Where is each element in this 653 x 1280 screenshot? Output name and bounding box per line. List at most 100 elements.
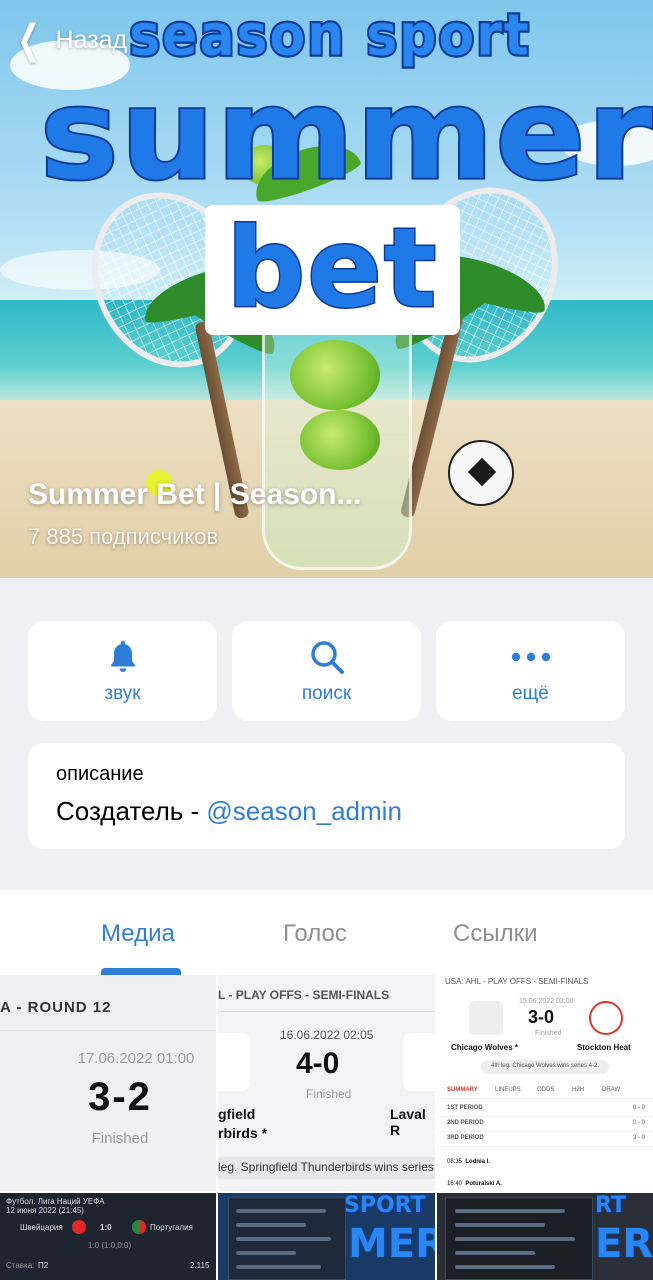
poster-title-bet: bet bbox=[205, 204, 460, 335]
placeholder-line bbox=[236, 1237, 331, 1241]
period-score: 3 - 0 bbox=[632, 1135, 645, 1141]
search-button[interactable]: поиск bbox=[232, 621, 421, 721]
match-tab: SUMMARY bbox=[447, 1087, 478, 1093]
match-score: 3-2 bbox=[88, 1075, 152, 1119]
description-label: описание bbox=[56, 763, 144, 785]
match-date: 15.06.2022 03:00 bbox=[519, 998, 574, 1005]
home-team-line1: gfield bbox=[218, 1106, 256, 1122]
match-date: 12 июня 2022 (21:45) bbox=[6, 1206, 84, 1215]
period-score: 0 - 0 bbox=[632, 1120, 645, 1126]
away-team: Laval R bbox=[390, 1106, 426, 1138]
match-tab: LINEUPS bbox=[495, 1087, 521, 1093]
league-name: Футбол. Лига Наций УЕФА bbox=[6, 1197, 105, 1206]
lime-slice bbox=[290, 340, 380, 410]
poster-fragment: SPORT bbox=[343, 1193, 426, 1219]
team-logo bbox=[589, 1001, 623, 1035]
event-time: 08:35 bbox=[447, 1159, 463, 1165]
event-row: 08:35 Lodnia I. bbox=[447, 1159, 490, 1165]
series-note: leg. Springfield Thunderbirds wins serie… bbox=[218, 1157, 435, 1179]
placeholder-line bbox=[455, 1223, 545, 1227]
media-thumbnail[interactable]: SPORT MER bbox=[218, 1193, 435, 1280]
placeholder-line bbox=[455, 1251, 535, 1255]
search-icon bbox=[309, 637, 345, 677]
period-name: 1ST PERIOD bbox=[447, 1105, 483, 1111]
sound-label: звук bbox=[104, 683, 141, 704]
flag-icon bbox=[72, 1220, 86, 1234]
channel-header-image: season sport summer bet ❮ Назад Summer B… bbox=[0, 0, 653, 578]
match-status: Finished bbox=[91, 1130, 149, 1147]
home-team-line2: rbirds * bbox=[218, 1125, 268, 1141]
bet-label: Ставка: bbox=[6, 1261, 35, 1270]
series-note: 4th leg. Chicago Wolves wins series 4-2. bbox=[481, 1060, 609, 1074]
team-logo bbox=[218, 1033, 250, 1091]
match-score: 4-0 bbox=[296, 1047, 340, 1080]
subscriber-count: 7 885 подписчиков bbox=[28, 524, 219, 549]
match-date: 16.06.2022 02:05 bbox=[280, 1028, 374, 1042]
placeholder-line bbox=[236, 1265, 321, 1269]
more-button[interactable]: ещё bbox=[436, 621, 625, 721]
media-thumbnail[interactable]: Футбол. Лига Наций УЕФА 12 июня 2022 (21:… bbox=[0, 1193, 216, 1280]
period-row: 2ND PERIOD 0 - 0 bbox=[437, 1120, 653, 1132]
match-status: Finished bbox=[306, 1087, 352, 1101]
flag-icon bbox=[132, 1220, 146, 1234]
poster-fragment: RT bbox=[594, 1193, 626, 1219]
event-player: Poturalski A. bbox=[465, 1181, 502, 1187]
channel-title: Summer Bet | Season... bbox=[28, 478, 362, 511]
period-name: 2ND PERIOD bbox=[447, 1120, 484, 1126]
home-team: Chicago Wolves * bbox=[451, 1043, 518, 1052]
placeholder-line bbox=[236, 1223, 306, 1227]
placeholder-line bbox=[455, 1265, 555, 1269]
period-row: 1ST PERIOD 0 - 0 bbox=[437, 1105, 653, 1117]
match-round: A - ROUND 12 bbox=[0, 999, 112, 1016]
away-team: Португалия bbox=[150, 1223, 193, 1232]
placeholder-line bbox=[455, 1237, 575, 1241]
media-thumbnail[interactable]: A - ROUND 12 17.06.2022 01:00 3-2 Finish… bbox=[0, 975, 216, 1191]
media-grid: A - ROUND 12 17.06.2022 01:00 3-2 Finish… bbox=[0, 975, 653, 1280]
description-text: Создатель - @season_admin bbox=[56, 796, 597, 827]
match-date: 17.06.2022 01:00 bbox=[77, 1050, 195, 1067]
match-tab: DRAW bbox=[602, 1087, 621, 1093]
placeholder-line bbox=[236, 1251, 296, 1255]
placeholder-line bbox=[455, 1209, 565, 1213]
bell-icon bbox=[106, 637, 140, 677]
media-thumbnail[interactable]: L - PLAY OFFS - SEMI-FINALS 16.06.2022 0… bbox=[218, 975, 435, 1191]
back-button[interactable]: ❮ Назад bbox=[12, 20, 127, 60]
lime-slice bbox=[300, 410, 380, 470]
placeholder-line bbox=[236, 1209, 326, 1213]
more-icon bbox=[511, 637, 551, 677]
league-title: USA: AHL - PLAY OFFS - SEMI-FINALS bbox=[445, 977, 589, 986]
match-status: Finished bbox=[535, 1030, 562, 1037]
back-label: Назад bbox=[55, 25, 128, 54]
divider bbox=[218, 1011, 435, 1012]
match-round: L - PLAY OFFS - SEMI-FINALS bbox=[218, 988, 390, 1002]
away-team: Stockton Heat bbox=[577, 1043, 631, 1052]
team-logo bbox=[469, 1001, 503, 1035]
home-team: Швейцария bbox=[20, 1223, 63, 1232]
bet-value: П2 bbox=[38, 1261, 49, 1270]
media-tabs: Медиа Голос Ссылки bbox=[0, 890, 653, 976]
match-tab: ODDS bbox=[537, 1087, 555, 1093]
poster-title-summer: summer bbox=[38, 61, 653, 209]
sound-button[interactable]: звук bbox=[28, 621, 217, 721]
more-label: ещё bbox=[512, 683, 549, 704]
team-logo bbox=[403, 1033, 435, 1091]
search-label: поиск bbox=[301, 683, 352, 704]
poster-fragment: ER bbox=[594, 1220, 653, 1268]
league-title: Футбол. Лига Наций УЕФА 12 июня 2022 (21:… bbox=[6, 1197, 104, 1215]
home-team: gfield rbirds * bbox=[218, 1105, 267, 1143]
tab-links[interactable]: Ссылки bbox=[453, 920, 538, 948]
match-tab: H2H bbox=[572, 1087, 585, 1093]
match-score: 1:0 bbox=[100, 1223, 112, 1232]
tab-media[interactable]: Медиа bbox=[101, 920, 175, 948]
active-tab-indicator bbox=[101, 968, 181, 975]
half-score: 1:0 (1:0,0:0) bbox=[88, 1241, 132, 1250]
bet-odds: 2.115 bbox=[190, 1261, 210, 1270]
media-thumbnail[interactable]: USA: AHL - PLAY OFFS - SEMI-FINALS 15.06… bbox=[437, 975, 653, 1191]
chevron-left-icon: ❮ bbox=[17, 17, 41, 63]
poster-fragment: MER bbox=[347, 1220, 435, 1268]
tab-voice[interactable]: Голос bbox=[283, 920, 347, 948]
period-row: 3RD PERIOD 3 - 0 bbox=[437, 1135, 653, 1147]
admin-link[interactable]: @season_admin bbox=[206, 796, 402, 826]
period-score: 0 - 0 bbox=[632, 1105, 645, 1111]
media-thumbnail[interactable]: RT ER bbox=[437, 1193, 653, 1280]
